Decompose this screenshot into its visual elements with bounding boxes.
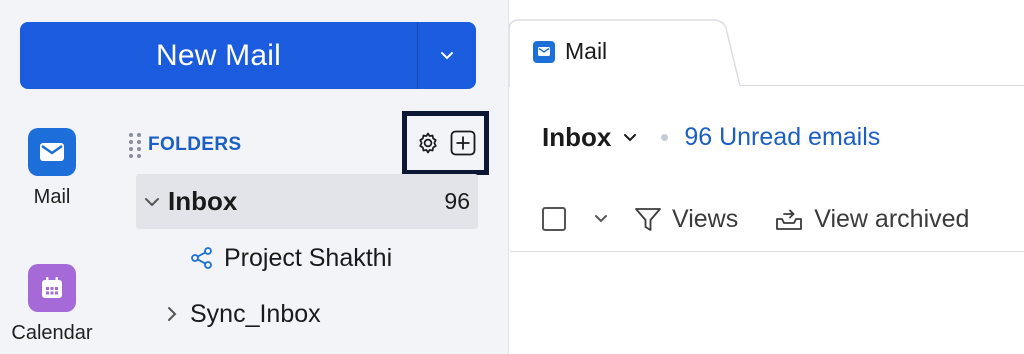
tab-strip: Mail [509,0,1024,87]
archive-icon [776,209,803,230]
folders-title[interactable]: FOLDERS [148,134,242,156]
chevron-down-icon [595,215,607,223]
left-pane: New Mail Mail Calendar FOLDERS Inbox 96 … [0,0,509,354]
folder-name-sync-inbox: Sync_Inbox [190,299,321,328]
mail-icon [533,40,555,63]
folder-sync-inbox[interactable]: Sync_Inbox [166,296,321,332]
gear-icon [418,132,437,154]
plus-square-icon [450,130,475,156]
chevron-right-icon[interactable] [166,306,178,322]
folder-settings-button[interactable] [416,131,440,155]
mail-list-header: Inbox 96 Unread emails [542,122,880,153]
app-mail[interactable]: Mail [0,128,104,209]
drag-handle-icon[interactable] [128,131,142,159]
select-all-checkbox[interactable] [542,207,566,231]
app-label-calendar: Calendar [11,322,93,344]
views-label: Views [672,204,739,233]
mail-app-icon [28,128,76,176]
separator-dot [661,134,669,141]
chevron-down-icon [441,51,453,59]
list-divider [510,251,1024,252]
view-archived-label: View archived [814,204,970,233]
new-mail-button[interactable]: New Mail [20,22,417,89]
share-icon [191,247,212,269]
filter-icon [635,208,661,231]
views-button[interactable]: Views [634,205,738,234]
folder-switch-dropdown[interactable] [623,133,637,143]
app-calendar[interactable]: Calendar [0,264,104,345]
new-mail-dropdown-button[interactable] [418,22,476,89]
folder-name-inbox: Inbox [168,186,238,216]
mail-toolbar: Views View archived [542,200,969,238]
add-folder-button[interactable] [450,130,476,156]
new-mail-split-button: New Mail [20,22,476,89]
tab-mail[interactable]: Mail [533,38,607,65]
tab-baseline [740,85,1024,86]
chevron-down-icon [624,133,637,141]
inbox-unread-count: 96 [444,188,470,214]
folder-inbox[interactable]: Inbox 96 [136,174,478,229]
mail-icon [40,143,64,161]
folder-name-project-shakthi: Project Shakthi [224,243,393,272]
folders-header: FOLDERS [128,131,242,159]
select-options-dropdown[interactable] [594,214,608,224]
app-label-mail: Mail [33,186,71,208]
calendar-icon [42,277,62,298]
current-folder-title[interactable]: Inbox [542,122,611,153]
chevron-down-icon[interactable] [144,196,164,208]
unread-emails-link[interactable]: 96 Unread emails [684,123,880,152]
folder-tools-highlight [402,111,489,175]
tab-label-mail: Mail [565,38,608,64]
view-archived-button[interactable]: View archived [774,205,969,234]
folder-project-shakthi[interactable]: Project Shakthi [190,240,392,276]
calendar-app-icon [28,264,76,312]
